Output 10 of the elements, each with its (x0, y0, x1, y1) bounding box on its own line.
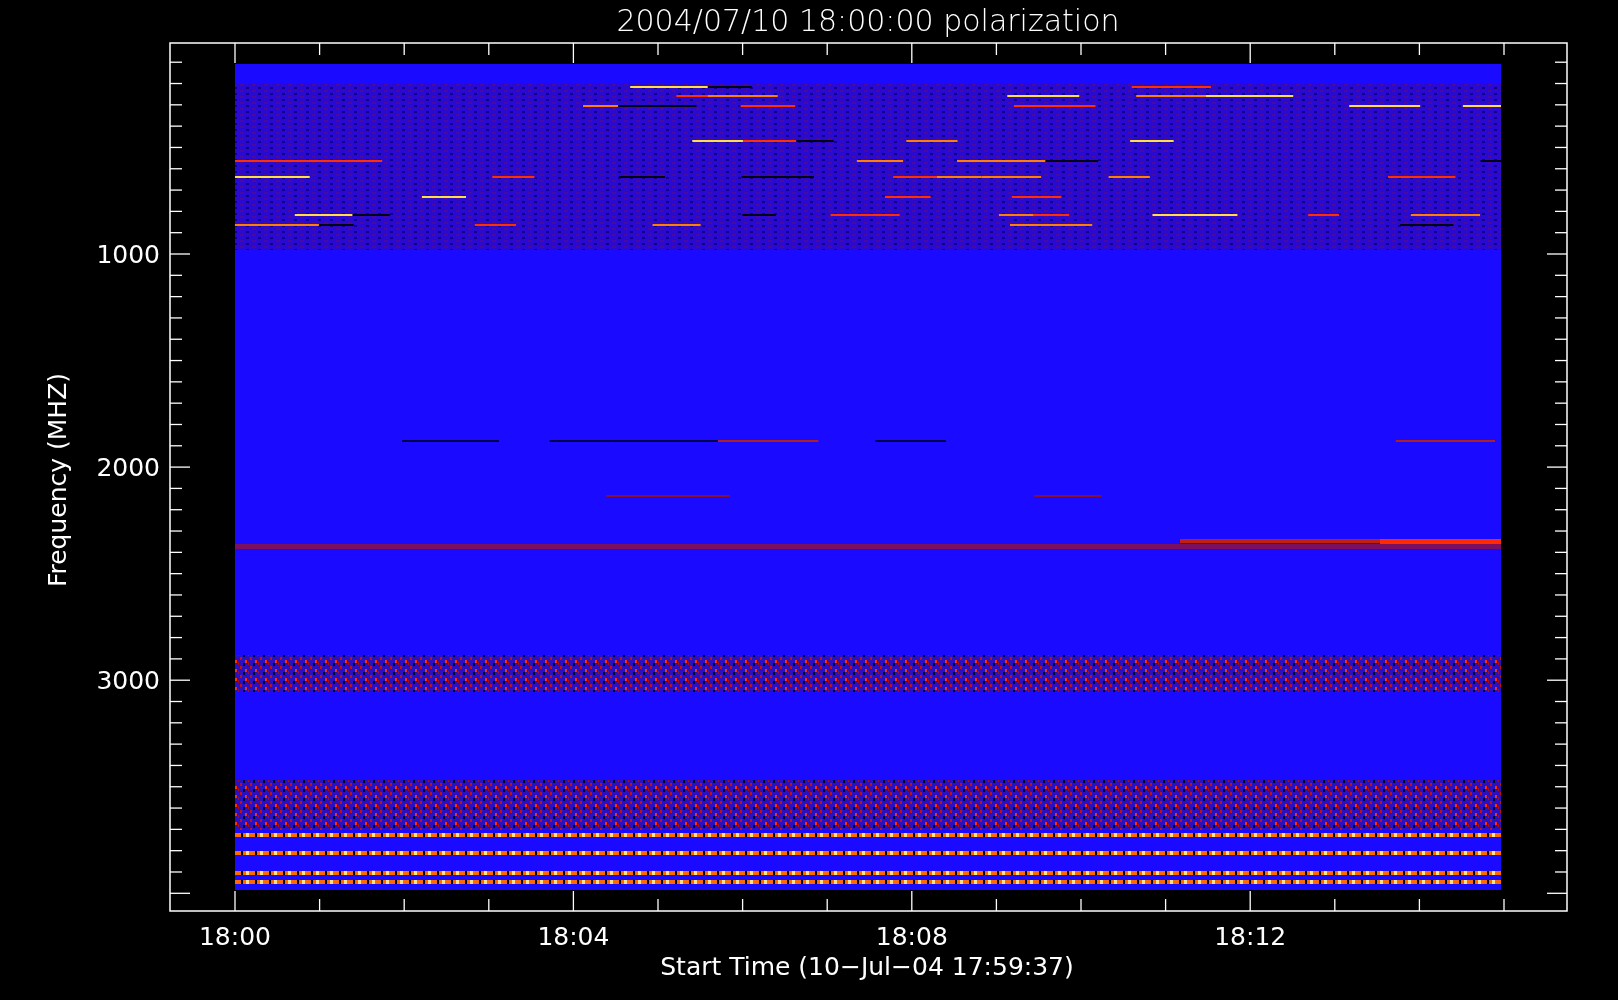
x-tick-label: 18:00 (199, 922, 271, 951)
y-tick-label: 3000 (96, 666, 160, 696)
x-tick-label: 18:08 (875, 922, 948, 951)
y-tick-label: 1000 (96, 240, 160, 269)
x-tick-label: 18:12 (1214, 922, 1287, 951)
y-tick-label: 2000 (96, 453, 160, 483)
x-tick-label: 18:04 (537, 922, 610, 951)
x-axis-label: Start Time (10−Jul−04 17:59:37) (660, 952, 1074, 981)
plot-title: 2004/07/10 18:00:00 polarization (616, 3, 1120, 38)
y-axis-label: Frequency (MHZ) (43, 372, 72, 588)
